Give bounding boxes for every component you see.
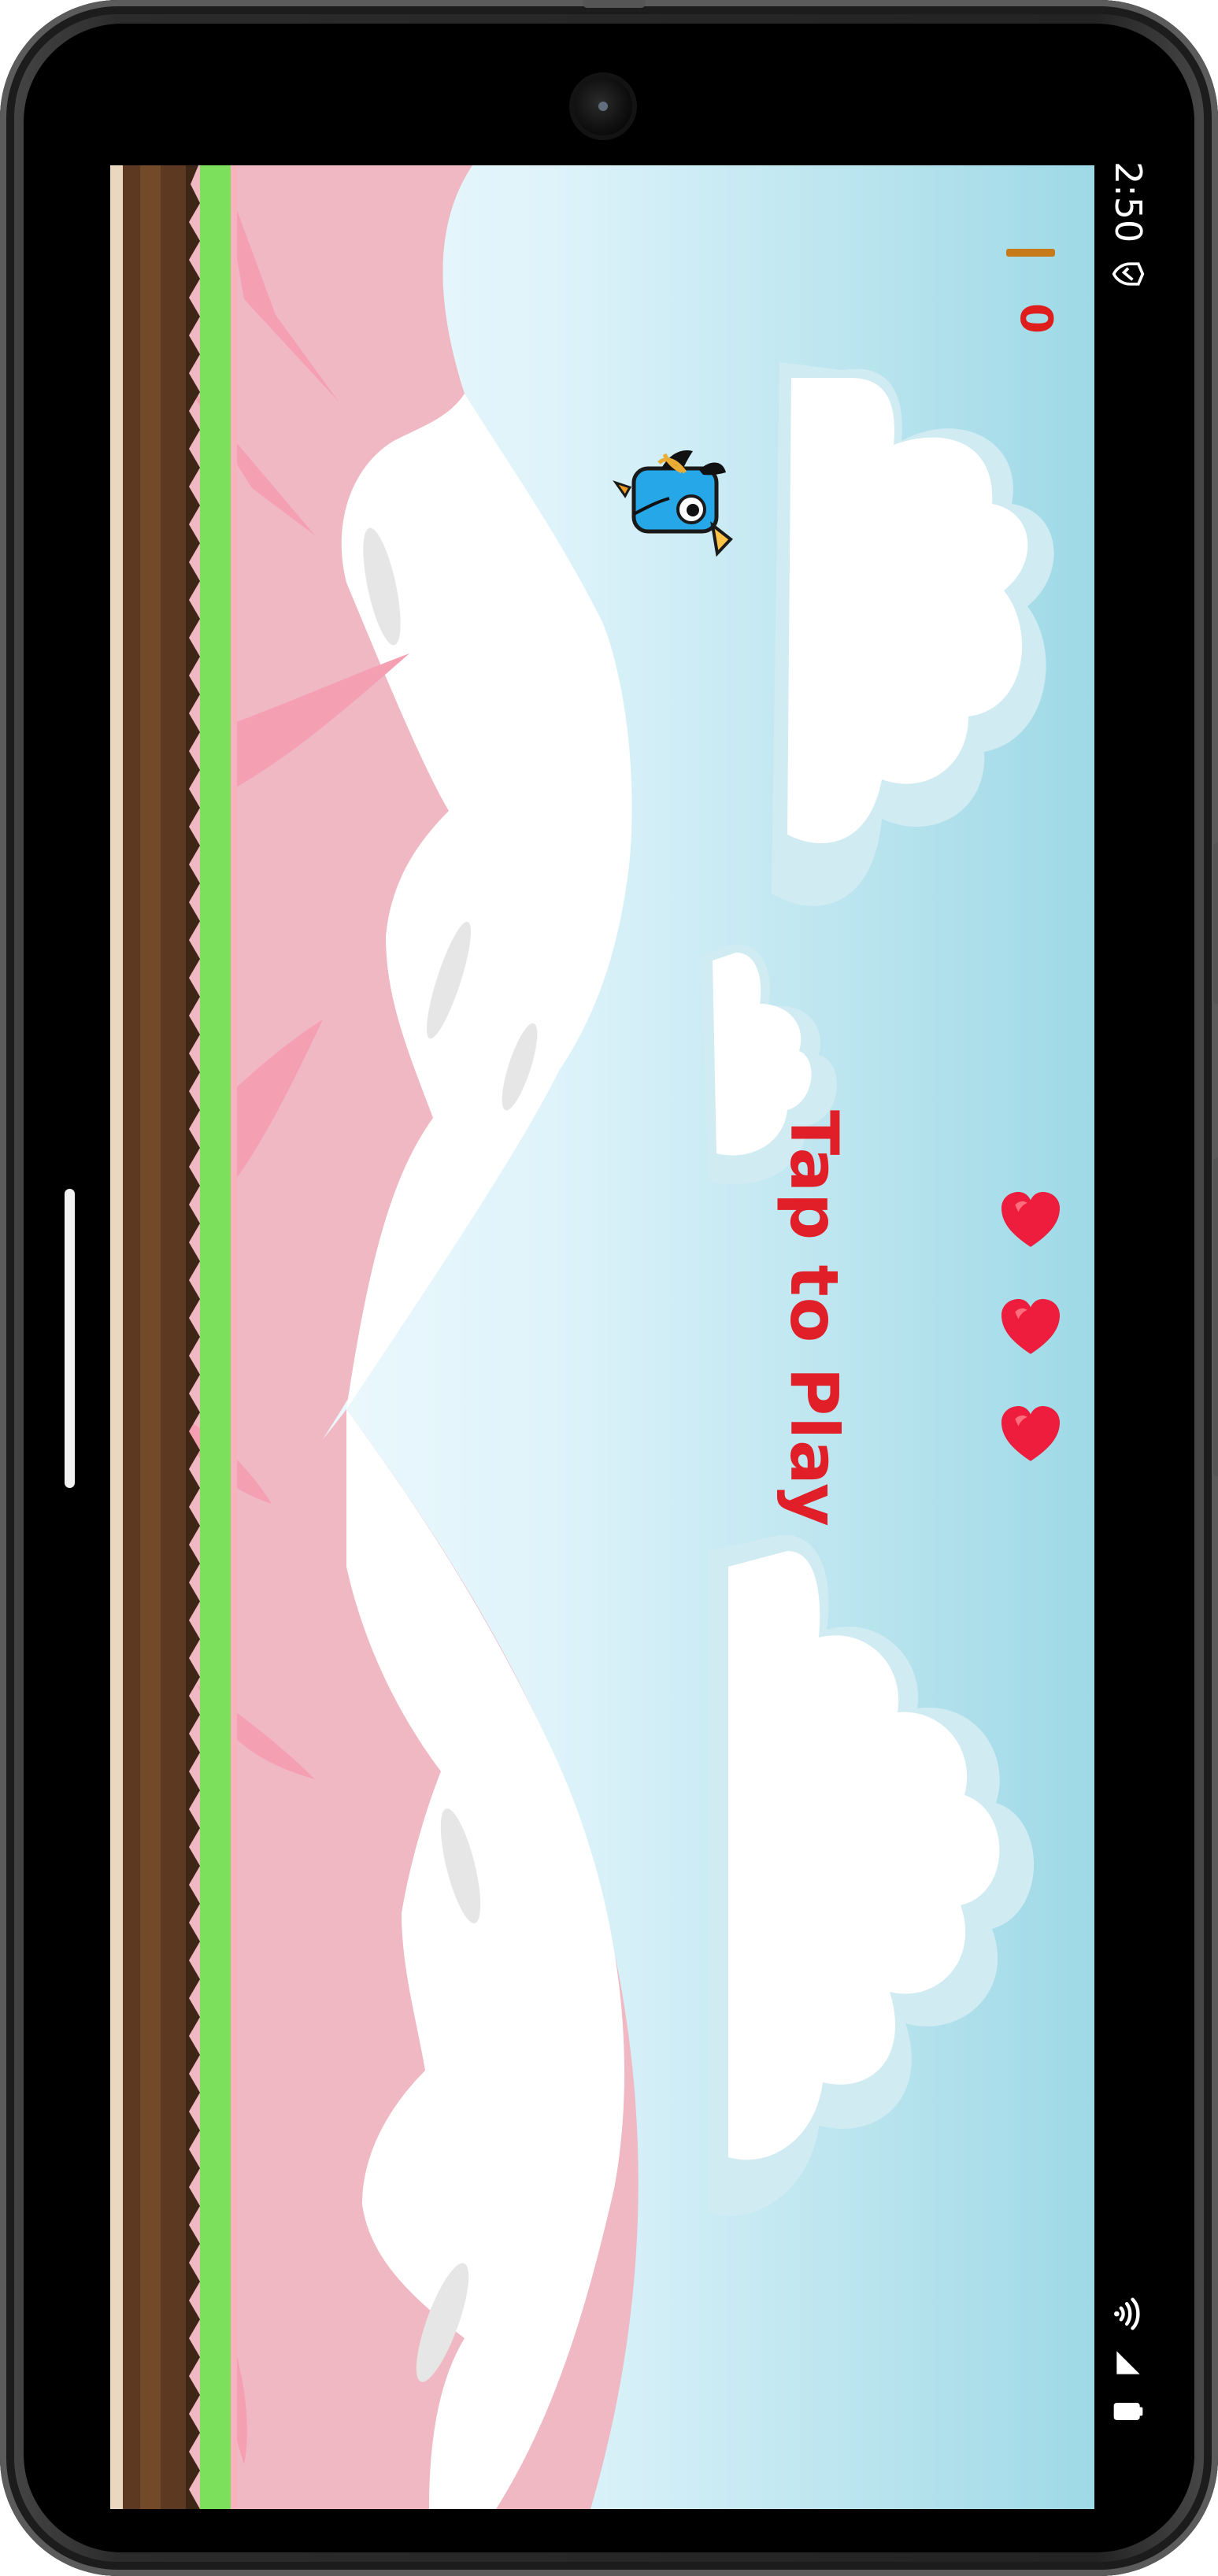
tap-to-play-prompt[interactable]: Tap to Play <box>776 1110 853 1527</box>
battery-icon <box>1113 2403 1143 2420</box>
heart-icon <box>1001 1192 1060 1247</box>
gesture-navigation-handle[interactable] <box>65 1189 75 1488</box>
score-display: 0 <box>1010 303 1061 335</box>
lives-display <box>998 1189 1069 1461</box>
ground-grass <box>200 165 231 2509</box>
ground-soil-pattern <box>140 165 161 2509</box>
status-left: 2:50 <box>1107 161 1150 291</box>
top-sensor-strip <box>583 0 646 8</box>
status-bar: 2:50 <box>1093 161 1164 2429</box>
power-button <box>1213 842 1218 1004</box>
game-background <box>110 165 1094 2509</box>
grass-highlight <box>231 165 237 2509</box>
status-right <box>1111 2297 1146 2429</box>
shield-icon <box>1112 262 1145 286</box>
status-time: 2:50 <box>1107 161 1150 243</box>
wifi-icon <box>1114 2297 1140 2330</box>
status-bar-content: 2:50 <box>1093 161 1164 2429</box>
front-camera <box>569 72 637 140</box>
signal-icon <box>1116 2351 1140 2374</box>
volume-button <box>1213 1157 1218 1476</box>
game-screen[interactable] <box>110 165 1094 2509</box>
heart-icon <box>1001 1406 1060 1461</box>
heart-icon <box>1001 1299 1060 1354</box>
ground-bottom-edge <box>110 165 123 2509</box>
score-indicator <box>1006 249 1055 257</box>
phone-frame: 2:50 0 Tap to Play <box>0 0 1218 2576</box>
